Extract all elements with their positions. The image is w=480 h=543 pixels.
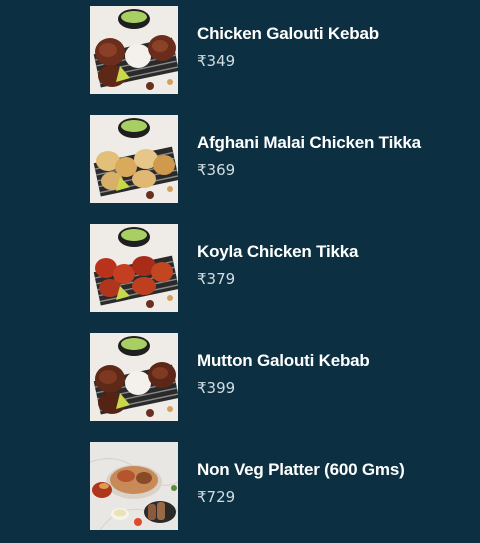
menu-item[interactable]: Mutton Galouti Kebab ₹399 xyxy=(90,333,460,421)
food-image[interactable] xyxy=(90,333,178,421)
food-image[interactable] xyxy=(90,6,178,94)
food-image[interactable] xyxy=(90,224,178,312)
menu-item[interactable]: Afghani Malai Chicken Tikka ₹369 xyxy=(90,115,460,203)
menu-item[interactable]: Non Veg Platter (600 Gms) ₹729 xyxy=(90,442,460,530)
item-price: ₹349 xyxy=(197,52,236,70)
item-name: Afghani Malai Chicken Tikka xyxy=(197,133,421,152)
item-price: ₹399 xyxy=(197,379,236,397)
food-image[interactable] xyxy=(90,442,178,530)
menu-item[interactable]: Chicken Galouti Kebab ₹349 xyxy=(90,6,460,94)
item-name: Non Veg Platter (600 Gms) xyxy=(197,460,405,479)
item-price: ₹369 xyxy=(197,161,236,179)
food-image[interactable] xyxy=(90,115,178,203)
item-name: Chicken Galouti Kebab xyxy=(197,24,379,43)
item-price: ₹379 xyxy=(197,270,236,288)
item-price: ₹729 xyxy=(197,488,236,506)
menu-item[interactable]: Koyla Chicken Tikka ₹379 xyxy=(90,224,460,312)
menu-list: Chicken Galouti Kebab ₹349 Afghani Malai… xyxy=(0,0,480,543)
item-name: Koyla Chicken Tikka xyxy=(197,242,359,261)
item-name: Mutton Galouti Kebab xyxy=(197,351,370,370)
